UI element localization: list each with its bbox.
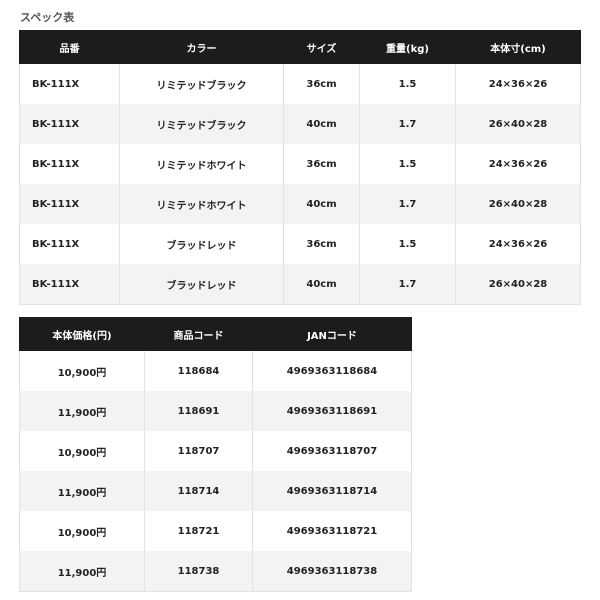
cell-product-code: 118714	[144, 471, 253, 511]
cell-dimensions: 24×36×26	[455, 144, 581, 184]
cell-dimensions: 24×36×26	[455, 63, 581, 104]
cell-jan-code: 4969363118691	[252, 391, 412, 431]
cell-model-number: BK-111X	[19, 224, 120, 264]
table-row: BK-111X リミテッドホワイト 40cm 1.7 26×40×28	[19, 184, 581, 224]
table-row: BK-111X リミテッドホワイト 36cm 1.5 24×36×26	[19, 144, 581, 184]
cell-product-code: 118707	[144, 431, 253, 471]
cell-dimensions: 26×40×28	[455, 264, 581, 305]
cell-color: リミテッドブラック	[119, 104, 284, 144]
cell-color: リミテッドブラック	[119, 63, 284, 104]
cell-size: 36cm	[283, 224, 360, 264]
cell-dimensions: 24×36×26	[455, 224, 581, 264]
table-row: 11,900円 118691 4969363118691	[19, 391, 412, 431]
cell-model-number: BK-111X	[19, 144, 120, 184]
cell-dimensions: 26×40×28	[455, 104, 581, 144]
table-row: 11,900円 118714 4969363118714	[19, 471, 412, 511]
cell-price: 11,900円	[19, 471, 145, 511]
cell-price: 11,900円	[19, 391, 145, 431]
cell-dimensions: 26×40×28	[455, 184, 581, 224]
table-row: BK-111X ブラッドレッド 40cm 1.7 26×40×28	[19, 264, 581, 305]
price-table: 本体価格(円) 商品コード JANコード 10,900円 118684 4969…	[19, 317, 412, 592]
cell-weight: 1.5	[359, 144, 456, 184]
table-row: BK-111X リミテッドブラック 36cm 1.5 24×36×26	[19, 63, 581, 104]
table-row: 11,900円 118738 4969363118738	[19, 551, 412, 592]
cell-price: 10,900円	[19, 431, 145, 471]
cell-model-number: BK-111X	[19, 104, 120, 144]
table-row: 10,900円 118684 4969363118684	[19, 350, 412, 391]
cell-weight: 1.7	[359, 104, 456, 144]
cell-jan-code: 4969363118684	[252, 350, 412, 391]
header-weight: 重量(kg)	[359, 30, 456, 64]
cell-size: 36cm	[283, 63, 360, 104]
header-product-code: 商品コード	[144, 317, 253, 351]
cell-color: ブラッドレッド	[119, 224, 284, 264]
cell-model-number: BK-111X	[19, 264, 120, 305]
cell-weight: 1.7	[359, 184, 456, 224]
header-price: 本体価格(円)	[19, 317, 145, 351]
cell-jan-code: 4969363118738	[252, 551, 412, 592]
cell-weight: 1.5	[359, 224, 456, 264]
cell-jan-code: 4969363118721	[252, 511, 412, 551]
cell-size: 40cm	[283, 264, 360, 305]
cell-weight: 1.7	[359, 264, 456, 305]
header-model-number: 品番	[19, 30, 120, 64]
cell-size: 40cm	[283, 104, 360, 144]
cell-price: 10,900円	[19, 511, 145, 551]
spec-header-row: 品番 カラー サイズ 重量(kg) 本体寸(cm)	[19, 30, 581, 64]
cell-product-code: 118738	[144, 551, 253, 592]
spec-caption: スペック表	[20, 11, 75, 24]
table-row: 10,900円 118721 4969363118721	[19, 511, 412, 551]
header-color: カラー	[119, 30, 284, 64]
table-row: 10,900円 118707 4969363118707	[19, 431, 412, 471]
cell-color: リミテッドホワイト	[119, 184, 284, 224]
price-header-row: 本体価格(円) 商品コード JANコード	[19, 317, 412, 351]
cell-price: 11,900円	[19, 551, 145, 592]
cell-color: ブラッドレッド	[119, 264, 284, 305]
cell-color: リミテッドホワイト	[119, 144, 284, 184]
header-jan-code: JANコード	[252, 317, 412, 351]
cell-size: 36cm	[283, 144, 360, 184]
cell-product-code: 118721	[144, 511, 253, 551]
cell-jan-code: 4969363118714	[252, 471, 412, 511]
table-row: BK-111X ブラッドレッド 36cm 1.5 24×36×26	[19, 224, 581, 264]
cell-size: 40cm	[283, 184, 360, 224]
spec-table: 品番 カラー サイズ 重量(kg) 本体寸(cm) BK-111X リミテッドブ…	[19, 30, 581, 305]
cell-price: 10,900円	[19, 350, 145, 391]
cell-model-number: BK-111X	[19, 63, 120, 104]
cell-product-code: 118684	[144, 350, 253, 391]
header-size: サイズ	[283, 30, 360, 64]
cell-model-number: BK-111X	[19, 184, 120, 224]
table-row: BK-111X リミテッドブラック 40cm 1.7 26×40×28	[19, 104, 581, 144]
cell-weight: 1.5	[359, 63, 456, 104]
header-dimensions: 本体寸(cm)	[455, 30, 581, 64]
cell-jan-code: 4969363118707	[252, 431, 412, 471]
cell-product-code: 118691	[144, 391, 253, 431]
